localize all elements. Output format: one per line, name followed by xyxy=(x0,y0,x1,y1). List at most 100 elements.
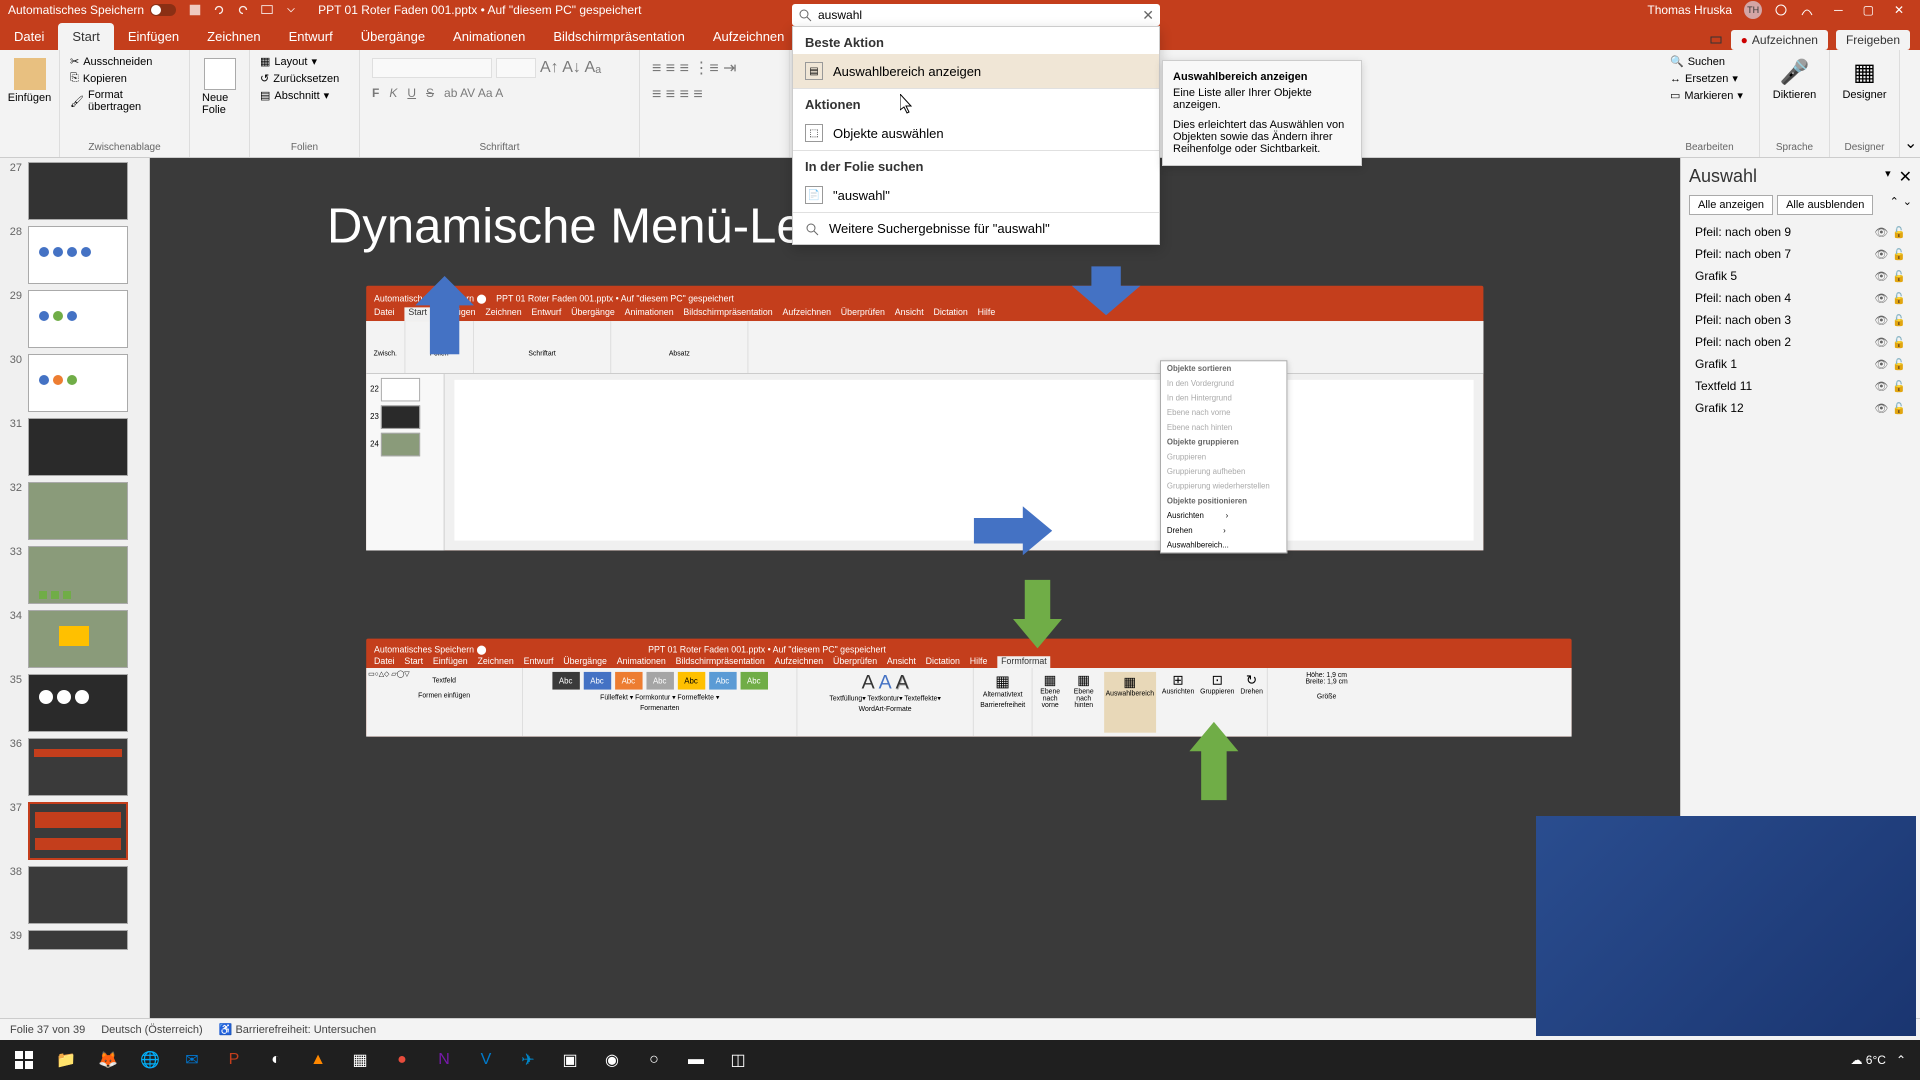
best-action-item[interactable]: ▤ Auswahlbereich anzeigen xyxy=(793,54,1159,88)
tab-datei[interactable]: Datei xyxy=(0,23,58,50)
lock-icon[interactable]: 🔓 xyxy=(1892,314,1906,327)
slide-thumbnail[interactable] xyxy=(28,674,128,732)
search-clear[interactable]: ✕ xyxy=(1142,7,1154,24)
pane-close-button[interactable]: ✕ xyxy=(1899,167,1912,187)
tab-zeichnen[interactable]: Zeichnen xyxy=(193,23,274,50)
slide-thumbnail[interactable] xyxy=(28,354,128,412)
slide-thumbnail[interactable] xyxy=(28,226,128,284)
eye-icon[interactable]: 👁 xyxy=(1874,270,1888,283)
paste-button[interactable]: Einfügen xyxy=(8,54,51,108)
select-button[interactable]: ▭Markieren ▾ xyxy=(1668,88,1751,103)
selection-item[interactable]: Pfeil: nach oben 3👁🔓 xyxy=(1689,309,1912,331)
blue-arrow-down[interactable] xyxy=(1072,266,1141,315)
app-icon[interactable]: ○ xyxy=(634,1042,674,1078)
reorder-down-icon[interactable]: ⌄ xyxy=(1903,195,1912,215)
lock-icon[interactable]: 🔓 xyxy=(1892,226,1906,239)
app-icon[interactable]: ◐ xyxy=(256,1042,296,1078)
selection-item[interactable]: Grafik 5👁🔓 xyxy=(1689,265,1912,287)
section-button[interactable]: ▤Abschnitt ▾ xyxy=(258,88,351,103)
slideshow-icon[interactable] xyxy=(260,3,274,17)
tab-bildschirm[interactable]: Bildschirmpräsentation xyxy=(539,23,699,50)
maximize-button[interactable]: ▢ xyxy=(1855,3,1882,17)
lock-icon[interactable]: 🔓 xyxy=(1892,358,1906,371)
share-button[interactable]: Freigeben xyxy=(1836,30,1910,50)
slide-thumbnail[interactable] xyxy=(28,866,128,924)
vscode-icon[interactable]: V xyxy=(466,1042,506,1078)
undo-icon[interactable] xyxy=(212,3,226,17)
tab-aufzeichnen[interactable]: Aufzeichnen xyxy=(699,23,799,50)
language-indicator[interactable]: Deutsch (Österreich) xyxy=(101,1024,202,1036)
slide-image-bottom[interactable]: Automatisches Speichern ⬤ PPT 01 Roter F… xyxy=(366,639,1571,737)
tab-uebergaenge[interactable]: Übergänge xyxy=(347,23,439,50)
explorer-icon[interactable]: 📁 xyxy=(46,1042,86,1078)
app-icon-2[interactable] xyxy=(1800,3,1814,17)
slide-thumbnail[interactable] xyxy=(28,738,128,796)
slide-thumbnail[interactable] xyxy=(28,482,128,540)
start-button[interactable] xyxy=(4,1042,44,1078)
tray-chevron-icon[interactable]: ⌃ xyxy=(1896,1053,1906,1067)
outlook-icon[interactable]: ✉ xyxy=(172,1042,212,1078)
search-box[interactable]: ✕ xyxy=(792,4,1160,26)
dictate-button[interactable]: 🎤 Diktieren xyxy=(1768,54,1821,105)
thumbnail-panel[interactable]: 27 28 29 30 31 32 33 34 35 36 37 38 39 xyxy=(0,158,150,1060)
show-all-button[interactable]: Alle anzeigen xyxy=(1689,195,1773,215)
ribbon-collapse-icon[interactable]: ⌄ xyxy=(1904,133,1917,153)
replace-button[interactable]: ↔Ersetzen ▾ xyxy=(1668,71,1751,86)
app-icon[interactable]: ◫ xyxy=(718,1042,758,1078)
dropdown-icon[interactable] xyxy=(284,3,298,17)
app-icon[interactable]: ▣ xyxy=(550,1042,590,1078)
onenote-icon[interactable]: N xyxy=(424,1042,464,1078)
selection-item[interactable]: Pfeil: nach oben 4👁🔓 xyxy=(1689,287,1912,309)
tab-einfuegen[interactable]: Einfügen xyxy=(114,23,193,50)
redo-icon[interactable] xyxy=(236,3,250,17)
eye-icon[interactable]: 👁 xyxy=(1874,402,1888,415)
hide-all-button[interactable]: Alle ausblenden xyxy=(1777,195,1873,215)
slide-thumbnail-active[interactable] xyxy=(28,802,128,860)
eye-icon[interactable]: 👁 xyxy=(1874,314,1888,327)
green-arrow-down[interactable] xyxy=(1013,580,1062,649)
app-icon[interactable]: ▬ xyxy=(676,1042,716,1078)
lock-icon[interactable]: 🔓 xyxy=(1892,380,1906,393)
app-icon[interactable]: ▦ xyxy=(340,1042,380,1078)
pane-dropdown-icon[interactable]: ▾ xyxy=(1885,167,1891,187)
slide-thumbnail[interactable] xyxy=(28,418,128,476)
lock-icon[interactable]: 🔓 xyxy=(1892,270,1906,283)
eye-icon[interactable]: 👁 xyxy=(1874,380,1888,393)
ribbon-mode-icon[interactable] xyxy=(1709,33,1723,47)
slide-image-top[interactable]: Automatisches Speichern ⬤ PPT 01 Roter F… xyxy=(366,286,1483,551)
firefox-icon[interactable]: 🦊 xyxy=(88,1042,128,1078)
chrome-icon[interactable]: 🌐 xyxy=(130,1042,170,1078)
selection-item[interactable]: Grafik 12👁🔓 xyxy=(1689,397,1912,419)
telegram-icon[interactable]: ✈ xyxy=(508,1042,548,1078)
action-select-objects[interactable]: ⬚ Objekte auswählen xyxy=(793,116,1159,150)
reorder-up-icon[interactable]: ⌃ xyxy=(1890,195,1899,215)
eye-icon[interactable]: 👁 xyxy=(1874,292,1888,305)
green-arrow-up[interactable] xyxy=(1189,722,1238,800)
selection-item[interactable]: Pfeil: nach oben 2👁🔓 xyxy=(1689,331,1912,353)
tab-entwurf[interactable]: Entwurf xyxy=(275,23,347,50)
selection-item[interactable]: Textfeld 11👁🔓 xyxy=(1689,375,1912,397)
accessibility-check[interactable]: ♿ Barrierefreiheit: Untersuchen xyxy=(219,1023,376,1036)
cut-button[interactable]: ✂Ausschneiden xyxy=(68,54,181,69)
designer-button[interactable]: ▦ Designer xyxy=(1838,54,1891,105)
app-icon-1[interactable] xyxy=(1774,3,1788,17)
slide-thumbnail[interactable] xyxy=(28,930,128,950)
selection-item[interactable]: Pfeil: nach oben 9👁🔓 xyxy=(1689,221,1912,243)
eye-icon[interactable]: 👁 xyxy=(1874,226,1888,239)
blue-arrow-right[interactable] xyxy=(974,506,1052,555)
eye-icon[interactable]: 👁 xyxy=(1874,336,1888,349)
tab-animationen[interactable]: Animationen xyxy=(439,23,539,50)
slide-thumbnail[interactable] xyxy=(28,162,128,220)
app-icon[interactable]: ● xyxy=(382,1042,422,1078)
obs-icon[interactable]: ◉ xyxy=(592,1042,632,1078)
minimize-button[interactable]: ─ xyxy=(1826,3,1851,17)
tab-start[interactable]: Start xyxy=(58,23,113,50)
format-painter-button[interactable]: 🖌Format übertragen xyxy=(68,88,181,114)
lock-icon[interactable]: 🔓 xyxy=(1892,336,1906,349)
more-results-item[interactable]: Weitere Suchergebnisse für "auswahl" xyxy=(793,213,1159,244)
find-term-item[interactable]: 📄 "auswahl" xyxy=(793,178,1159,212)
slide-editor[interactable]: Dynamische Menü-Leiste Automatisches Spe… xyxy=(150,158,1680,1060)
slide-thumbnail[interactable] xyxy=(28,610,128,668)
vlc-icon[interactable]: ▲ xyxy=(298,1042,338,1078)
reset-button[interactable]: ↺Zurücksetzen xyxy=(258,71,351,86)
